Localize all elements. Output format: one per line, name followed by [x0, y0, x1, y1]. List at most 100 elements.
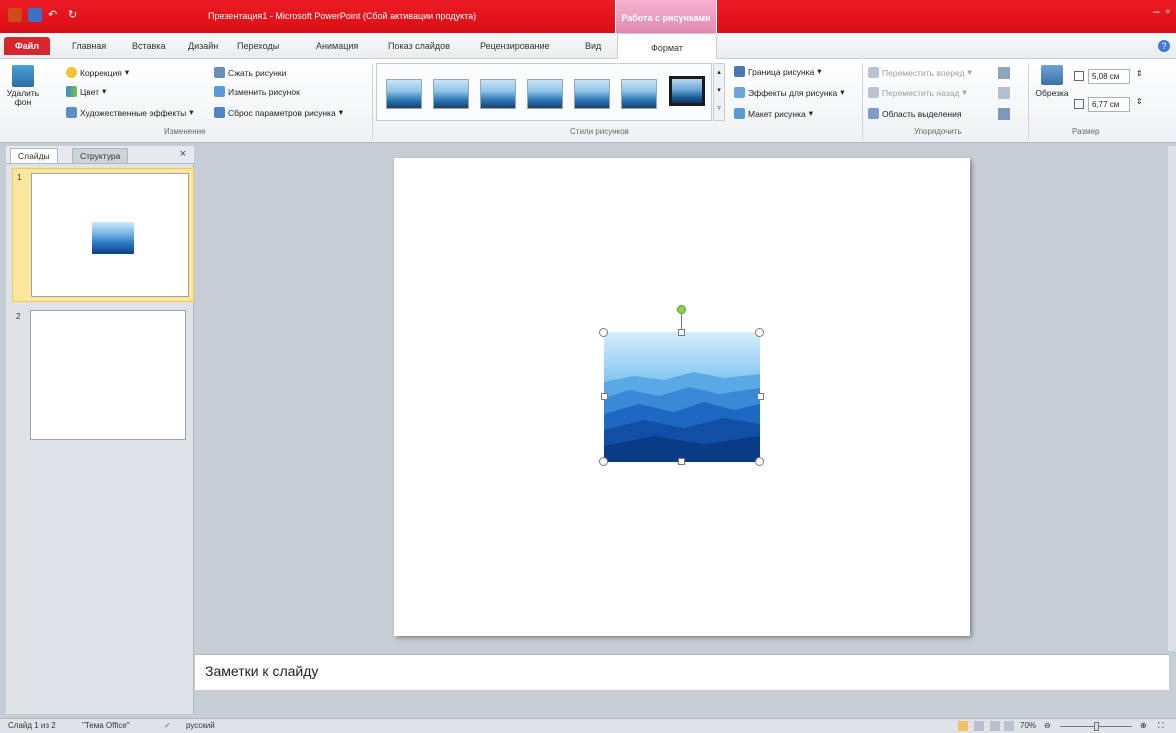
save-icon[interactable] — [28, 8, 42, 22]
language[interactable]: русский — [186, 721, 215, 730]
reset-picture-button[interactable]: Сброс параметров рисунка ▾ — [214, 107, 343, 118]
title-bar: ↶ ↻ Презентация1 - Microsoft PowerPoint … — [0, 0, 1176, 33]
rotation-handle[interactable] — [677, 305, 686, 314]
help-icon[interactable]: ? — [1158, 40, 1170, 52]
selection-pane-icon — [868, 108, 879, 119]
group-label-arrange: Упорядочить — [914, 127, 962, 136]
notes-pane[interactable]: Заметки к слайду — [195, 654, 1169, 690]
selection-pane-button[interactable]: Область выделения — [868, 108, 961, 119]
change-picture-icon — [214, 86, 225, 97]
tab-insert[interactable]: Вставка — [132, 41, 165, 51]
picture-effects-button[interactable]: Эффекты для рисунка ▾ — [734, 87, 844, 98]
zoom-level[interactable]: 70% — [1020, 721, 1036, 730]
close-icon[interactable]: × — [180, 148, 186, 160]
width-icon — [1074, 99, 1084, 109]
group-icon[interactable] — [998, 87, 1010, 99]
spellcheck-icon[interactable]: ✓ — [164, 721, 171, 730]
artistic-effects-button[interactable]: Художественные эффекты ▾ — [66, 107, 193, 118]
minimize-icon[interactable]: – — [1153, 4, 1160, 18]
fit-to-window-icon[interactable]: ⛶ — [1158, 721, 1164, 731]
vertical-scrollbar[interactable] — [1168, 146, 1176, 651]
ribbon-tabs: Файл Главная Вставка Дизайн Переходы Ани… — [0, 33, 1176, 60]
status-bar: Слайд 1 из 2 "Тема Office" ✓ русский 70%… — [0, 718, 1176, 733]
zoom-in-icon[interactable]: ⊕ — [1140, 721, 1147, 730]
resize-handle[interactable] — [678, 329, 685, 336]
picture-layout-icon — [734, 108, 745, 119]
crop-button[interactable]: Обрезка — [1032, 65, 1072, 98]
tab-file[interactable]: Файл — [4, 37, 50, 55]
corrections-button[interactable]: Коррекция ▾ — [66, 67, 129, 78]
picture-style-2[interactable] — [433, 79, 469, 109]
picture-style-7-selected[interactable] — [669, 76, 705, 106]
resize-handle[interactable] — [678, 458, 685, 465]
resize-handle[interactable] — [599, 457, 608, 466]
reading-view-icon[interactable] — [990, 721, 1000, 731]
resize-handle[interactable] — [601, 393, 608, 400]
width-spinner[interactable]: ⇕ — [1136, 97, 1143, 106]
tab-slides[interactable]: Слайды — [10, 148, 58, 163]
picture-layout-button[interactable]: Макет рисунка ▾ — [734, 108, 813, 119]
resize-handle[interactable] — [757, 393, 764, 400]
resize-handle[interactable] — [755, 457, 764, 466]
redo-icon[interactable]: ↻ — [68, 8, 82, 22]
divider — [1028, 63, 1029, 139]
artistic-effects-icon — [66, 107, 77, 118]
gallery-down-icon[interactable]: ▾ — [714, 82, 724, 100]
slide-thumbnail-1-selected[interactable]: 1 — [12, 168, 194, 302]
zoom-out-icon[interactable]: ⊖ — [1044, 721, 1051, 730]
picture-effects-icon — [734, 87, 745, 98]
gallery-up-icon[interactable]: ▴ — [714, 64, 724, 82]
tab-home[interactable]: Главная — [72, 41, 106, 51]
maximize-icon[interactable]: ▫ — [1166, 4, 1170, 18]
group-label-size: Размер — [1072, 127, 1100, 136]
picture-style-3[interactable] — [480, 79, 516, 109]
width-field[interactable]: 6,77 см — [1088, 97, 1130, 112]
slide-number: 1 — [17, 173, 22, 182]
picture-border-button[interactable]: Граница рисунка ▾ — [734, 66, 822, 77]
height-field[interactable]: 5,08 см — [1088, 69, 1130, 84]
tab-review[interactable]: Рецензирование — [480, 41, 550, 51]
rotate-icon[interactable] — [998, 108, 1010, 120]
tab-format[interactable]: Формат — [617, 33, 717, 60]
change-picture-button[interactable]: Изменить рисунок — [214, 86, 300, 97]
send-backward-button[interactable]: Переместить назад ▾ — [868, 87, 967, 98]
picture-style-5[interactable] — [574, 79, 610, 109]
tab-view[interactable]: Вид — [585, 41, 601, 51]
zoom-slider-thumb[interactable] — [1094, 722, 1099, 731]
slide-thumbnail-2[interactable] — [30, 310, 186, 440]
crop-icon — [1041, 65, 1063, 85]
picture-style-4[interactable] — [527, 79, 563, 109]
tab-outline[interactable]: Структура — [72, 148, 129, 163]
gallery-scroll[interactable]: ▴ ▾ ▿ — [713, 63, 725, 121]
resize-handle[interactable] — [755, 328, 764, 337]
picture-styles-gallery — [376, 63, 712, 121]
picture-tools-label: Работа с рисунками — [621, 13, 711, 23]
height-spinner[interactable]: ⇕ — [1136, 69, 1143, 78]
slide-sorter-icon[interactable] — [974, 721, 984, 731]
tab-slideshow[interactable]: Показ слайдов — [388, 41, 450, 51]
undo-icon[interactable]: ↶ — [48, 8, 62, 22]
group-label-styles: Стили рисунков — [570, 127, 629, 136]
selected-picture[interactable] — [604, 332, 760, 462]
tab-transitions[interactable]: Переходы — [237, 41, 279, 51]
compress-pictures-button[interactable]: Сжать рисунки — [214, 67, 286, 78]
reset-picture-icon — [214, 107, 225, 118]
tab-design[interactable]: Дизайн — [188, 41, 218, 51]
picture-style-1[interactable] — [386, 79, 422, 109]
gallery-more-icon[interactable]: ▿ — [714, 100, 724, 118]
remove-background-button[interactable]: Удалить фон — [6, 65, 40, 107]
resize-handle[interactable] — [599, 328, 608, 337]
window-controls: – ▫ — [1153, 4, 1170, 18]
picture-border-icon — [734, 66, 745, 77]
color-button[interactable]: Цвет ▾ — [66, 86, 106, 97]
bring-forward-button[interactable]: Переместить вперед ▾ — [868, 67, 972, 78]
send-backward-icon — [868, 87, 879, 98]
align-icon[interactable] — [998, 67, 1010, 79]
color-icon — [66, 86, 77, 97]
normal-view-icon[interactable] — [958, 721, 968, 731]
tab-animation[interactable]: Анимация — [316, 41, 358, 51]
slideshow-view-icon[interactable] — [1004, 721, 1014, 731]
picture-style-6[interactable] — [621, 79, 657, 109]
slide-thumbnail-canvas — [31, 173, 189, 297]
slide-number: 2 — [16, 312, 21, 321]
